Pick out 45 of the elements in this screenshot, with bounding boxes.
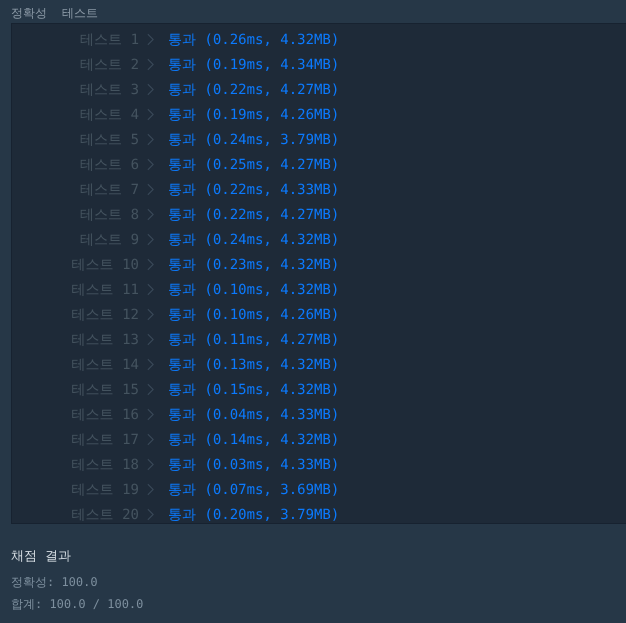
test-result: 통과 (0.24ms, 3.79MB) <box>168 130 340 148</box>
chevron-right-icon <box>147 233 154 246</box>
test-result: 통과 (0.07ms, 3.69MB) <box>168 480 340 498</box>
test-result: 통과 (0.22ms, 4.27MB) <box>168 80 340 98</box>
chevron-right-icon <box>147 333 154 346</box>
test-result: 통과 (0.10ms, 4.26MB) <box>168 306 340 324</box>
chevron-right-icon <box>147 208 154 221</box>
chevron-right-icon <box>147 158 154 171</box>
chevron-right-icon <box>147 458 154 471</box>
test-result: 통과 (0.10ms, 4.32MB) <box>168 280 340 298</box>
test-result: 통과 (0.11ms, 4.27MB) <box>168 330 340 348</box>
test-result: 통과 (0.13ms, 4.32MB) <box>168 356 340 374</box>
test-result: 통과 (0.22ms, 4.33MB) <box>168 180 340 198</box>
chevron-right-icon <box>147 408 154 421</box>
test-result: 통과 (0.24ms, 4.32MB) <box>168 230 340 248</box>
test-result: 통과 (0.22ms, 4.27MB) <box>168 206 340 224</box>
tab[interactable]: 테스트 <box>62 5 98 23</box>
test-result: 통과 (0.25ms, 4.27MB) <box>168 156 340 174</box>
summary-title: 채점 결과 <box>11 548 72 566</box>
chevron-right-icon <box>147 183 154 196</box>
chevron-right-icon <box>147 433 154 446</box>
test-result: 통과 (0.23ms, 4.32MB) <box>168 256 340 274</box>
test-result: 통과 (0.19ms, 4.34MB) <box>168 56 340 74</box>
tab[interactable]: 정확성 <box>11 5 47 23</box>
chevron-right-icon <box>147 283 154 296</box>
test-result: 통과 (0.04ms, 4.33MB) <box>168 406 340 424</box>
chevron-right-icon <box>147 258 154 271</box>
chevron-right-icon <box>147 133 154 146</box>
test-result: 통과 (0.26ms, 4.32MB) <box>168 30 340 48</box>
chevron-right-icon <box>147 508 154 521</box>
test-result: 통과 (0.15ms, 4.32MB) <box>168 380 340 398</box>
chevron-right-icon <box>147 108 154 121</box>
summary-line: 정확성: 100.0 <box>11 574 99 591</box>
test-result: 통과 (0.03ms, 4.33MB) <box>168 456 340 474</box>
test-result: 통과 (0.20ms, 3.79MB) <box>168 506 340 524</box>
chevron-right-icon <box>147 483 154 496</box>
test-result: 통과 (0.14ms, 4.32MB) <box>168 430 340 448</box>
chevron-right-icon <box>147 58 154 71</box>
chevron-right-icon <box>147 83 154 96</box>
chevron-right-icon <box>147 383 154 396</box>
test-result: 통과 (0.19ms, 4.26MB) <box>168 106 340 124</box>
summary-line: 합계: 100.0 / 100.0 <box>11 596 144 613</box>
chevron-right-icon <box>147 308 154 321</box>
chevron-right-icon <box>147 358 154 371</box>
chevron-right-icon <box>147 33 154 46</box>
